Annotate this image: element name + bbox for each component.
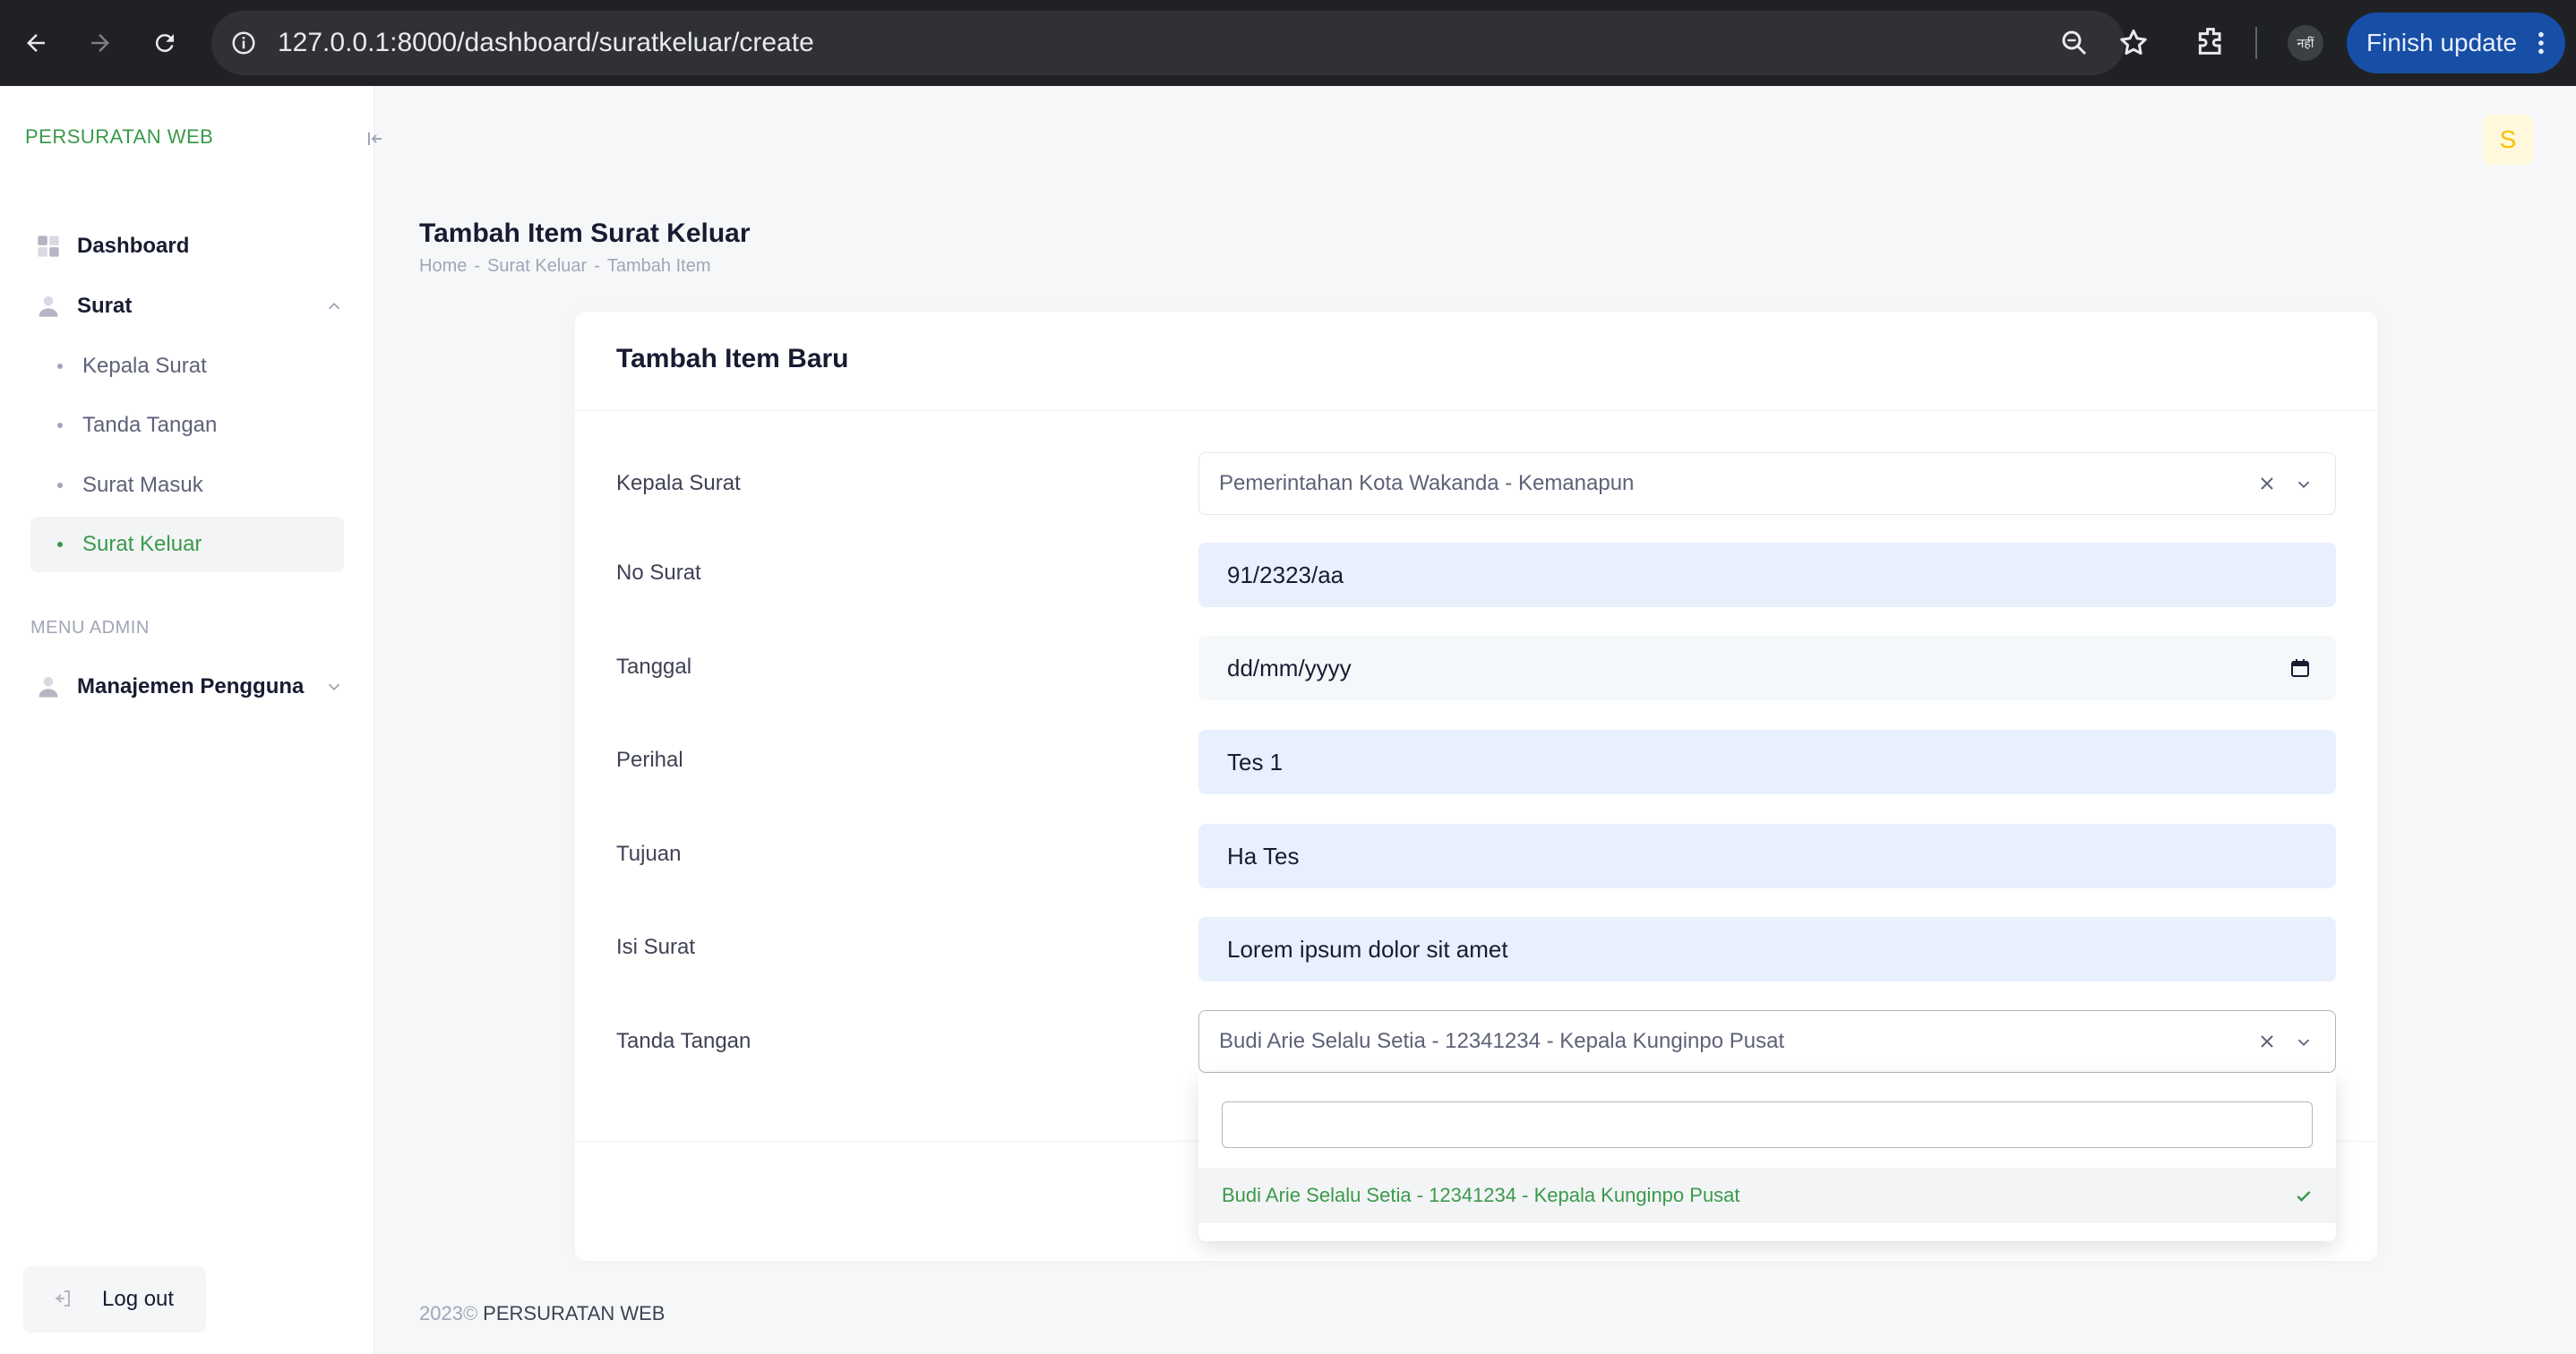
tanda-tangan-value: Budi Arie Selalu Setia - 12341234 - Kepa…	[1219, 1029, 1785, 1053]
bullet-icon	[57, 423, 63, 428]
back-button[interactable]	[14, 21, 57, 64]
page-footer: 2023© PERSURATAN WEB	[419, 1302, 665, 1325]
sidebar-subitem-label: Kepala Surat	[82, 354, 207, 378]
forward-arrow-icon	[91, 34, 109, 52]
breadcrumb-home[interactable]: Home	[419, 256, 467, 276]
sidebar-item-dashboard[interactable]: Dashboard	[30, 222, 344, 270]
forward-button[interactable]	[79, 21, 122, 64]
kepala-surat-select[interactable]: Pemerintahan Kota Wakanda - Kemanapun	[1198, 452, 2336, 515]
url-text: 127.0.0.1:8000/dashboard/suratkeluar/cre…	[278, 28, 814, 57]
profile-avatar[interactable]: नहीं	[2288, 25, 2323, 61]
back-arrow-icon	[27, 34, 45, 52]
reload-button[interactable]	[143, 21, 186, 64]
isi-surat-value: Lorem ipsum dolor sit amet	[1227, 936, 1508, 963]
sidebar-collapse-button[interactable]	[362, 125, 389, 152]
sidebar-item-label: Surat	[77, 294, 133, 318]
logout-label: Log out	[102, 1287, 175, 1311]
no-surat-value: 91/2323/aa	[1227, 561, 1344, 588]
breadcrumb: Home - Surat Keluar - Tambah Item	[419, 256, 717, 277]
breadcrumb-current: Tambah Item	[606, 256, 711, 276]
tanda-tangan-select[interactable]: Budi Arie Selalu Setia - 12341234 - Kepa…	[1198, 1010, 2336, 1073]
calendar-icon[interactable]	[2289, 657, 2311, 679]
bullet-icon	[57, 364, 63, 369]
label-tujuan: Tujuan	[616, 842, 682, 866]
perihal-input[interactable]: Tes 1	[1198, 730, 2336, 794]
sidebar-subitem-label: Surat Keluar	[82, 532, 202, 556]
clear-icon[interactable]	[2256, 1031, 2278, 1052]
footer-year: 2023©	[419, 1302, 478, 1324]
site-info-icon[interactable]	[226, 25, 262, 61]
dropdown-search-input[interactable]	[1222, 1101, 2313, 1148]
tanda-tangan-dropdown: Budi Arie Selalu Setia - 12341234 - Kepa…	[1198, 1073, 2336, 1241]
label-kepala-surat: Kepala Surat	[616, 471, 741, 495]
chevron-up-icon	[328, 302, 340, 310]
card-title: Tambah Item Baru	[616, 344, 849, 373]
more-vert-icon	[2538, 31, 2544, 55]
extensions-icon[interactable]	[2193, 23, 2228, 64]
sidebar-item-surat[interactable]: Surat	[30, 282, 344, 330]
sidebar-item-manajemen-pengguna[interactable]: Manajemen Pengguna	[30, 663, 344, 711]
dropdown-option-label: Budi Arie Selalu Setia - 12341234 - Kepa…	[1222, 1184, 1740, 1206]
sidebar: PERSURATAN WEB Dashboard Surat Kepala Su…	[0, 86, 382, 1354]
brand-logo[interactable]: PERSURATAN WEB	[25, 125, 213, 149]
breadcrumb-surat-keluar[interactable]: Surat Keluar	[487, 256, 587, 276]
sidebar-subitem-label: Tanda Tangan	[82, 413, 218, 437]
chevron-down-icon[interactable]	[2294, 1033, 2314, 1052]
bullet-icon	[57, 542, 63, 547]
label-no-surat: No Surat	[616, 561, 701, 585]
profile-initials: नहीं	[2297, 35, 2314, 50]
sidebar-subitem-label: Surat Masuk	[82, 473, 203, 497]
kepala-surat-value: Pemerintahan Kota Wakanda - Kemanapun	[1219, 471, 1635, 495]
footer-brand[interactable]: PERSURATAN WEB	[483, 1302, 665, 1324]
isi-surat-input[interactable]: Lorem ipsum dolor sit amet	[1198, 917, 2336, 981]
sidebar-subitem-kepala-surat[interactable]: Kepala Surat	[30, 338, 344, 394]
collapse-left-icon	[368, 133, 382, 145]
sidebar-subitem-surat-keluar[interactable]: Surat Keluar	[30, 517, 344, 572]
chevron-down-icon	[328, 683, 340, 691]
browser-toolbar: 127.0.0.1:8000/dashboard/suratkeluar/cre…	[0, 0, 2576, 86]
address-bar[interactable]: 127.0.0.1:8000/dashboard/suratkeluar/cre…	[211, 11, 2147, 75]
tujuan-input[interactable]: Ha Tes	[1198, 824, 2336, 888]
reload-icon	[155, 34, 174, 53]
logout-button[interactable]: Log out	[23, 1266, 206, 1333]
page-title: Tambah Item Surat Keluar	[419, 219, 751, 248]
label-isi-surat: Isi Surat	[616, 935, 696, 959]
section-label-admin: MENU ADMIN	[30, 618, 150, 638]
chevron-down-icon[interactable]	[2294, 475, 2314, 494]
logout-icon	[56, 1290, 70, 1307]
check-icon	[2297, 1191, 2311, 1202]
tujuan-value: Ha Tes	[1227, 843, 1300, 870]
zoom-icon[interactable]	[2058, 27, 2091, 64]
breadcrumb-separator: -	[594, 256, 600, 276]
no-surat-input[interactable]: 91/2323/aa	[1198, 543, 2336, 607]
sidebar-subitem-tanda-tangan[interactable]: Tanda Tangan	[30, 398, 344, 453]
label-perihal: Perihal	[616, 748, 683, 772]
user-icon	[39, 296, 58, 317]
bookmark-star-icon[interactable]	[2117, 27, 2150, 64]
card-divider	[575, 410, 2377, 411]
dashboard-icon	[38, 236, 59, 257]
user-icon	[39, 676, 58, 698]
finish-update-button[interactable]: Finish update	[2347, 13, 2565, 73]
user-avatar[interactable]: S	[2483, 115, 2533, 165]
clear-icon[interactable]	[2256, 473, 2278, 494]
tanggal-placeholder: dd/mm/yyyy	[1227, 655, 1352, 681]
tanggal-date-input[interactable]: dd/mm/yyyy	[1198, 636, 2336, 700]
finish-update-label: Finish update	[2366, 29, 2518, 56]
label-tanggal: Tanggal	[616, 655, 692, 679]
dropdown-option[interactable]: Budi Arie Selalu Setia - 12341234 - Kepa…	[1198, 1168, 2336, 1223]
breadcrumb-separator: -	[474, 256, 481, 276]
sidebar-item-label: Manajemen Pengguna	[77, 674, 305, 698]
sidebar-subitem-surat-masuk[interactable]: Surat Masuk	[30, 458, 344, 513]
toolbar-separator	[2255, 27, 2257, 59]
perihal-value: Tes 1	[1227, 749, 1284, 776]
bullet-icon	[57, 483, 63, 488]
sidebar-item-label: Dashboard	[77, 234, 190, 258]
label-tanda-tangan: Tanda Tangan	[616, 1029, 751, 1053]
